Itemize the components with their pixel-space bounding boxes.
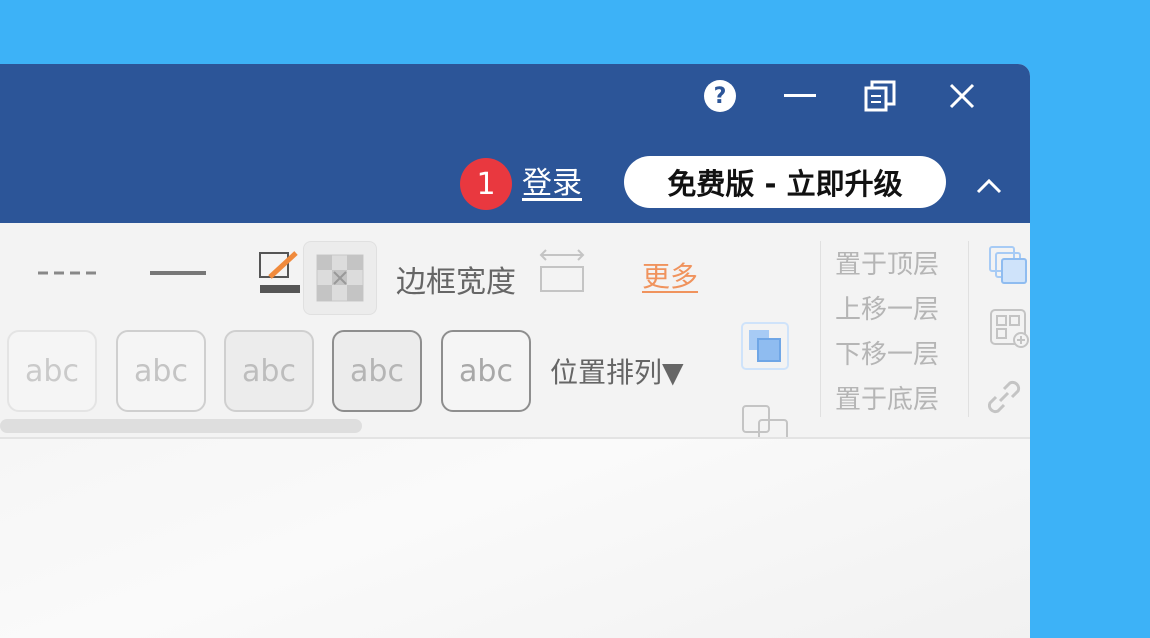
divider <box>968 241 969 417</box>
stack-layers-icon[interactable] <box>988 245 1028 285</box>
bring-front-icon[interactable] <box>740 321 790 371</box>
login-link[interactable]: 登录 <box>522 164 582 204</box>
divider <box>820 241 821 417</box>
border-width-icon[interactable] <box>538 247 586 293</box>
bring-to-top-item[interactable]: 置于顶层 <box>835 243 939 288</box>
style-sample[interactable]: abc <box>224 330 314 412</box>
ribbon-toolbar: 边框宽度 更多 abc abc abc abc abc 位置排列▼ 置于顶层 上… <box>0 223 1030 449</box>
no-fill-icon <box>316 254 364 302</box>
app-window: ? 1 登录 免费版 - 立即升级 边框宽度 更多 abc abc abc ab… <box>0 64 1030 638</box>
chevron-up-icon <box>976 178 1002 194</box>
position-arrange-dropdown[interactable]: 位置排列▼ <box>550 351 684 391</box>
close-button[interactable] <box>942 78 982 114</box>
more-link[interactable]: 更多 <box>642 255 698 295</box>
style-sample[interactable]: abc <box>441 330 531 412</box>
document-canvas[interactable] <box>0 439 1030 638</box>
step-badge: 1 <box>460 158 512 210</box>
send-to-bottom-item[interactable]: 置于底层 <box>835 378 939 423</box>
upgrade-button[interactable]: 免费版 - 立即升级 <box>624 156 946 208</box>
title-bar: ? 1 登录 免费版 - 立即升级 <box>0 64 1030 223</box>
restore-icon <box>864 80 896 112</box>
group-add-icon[interactable] <box>988 307 1030 349</box>
help-icon: ? <box>704 80 736 112</box>
border-width-button[interactable]: 边框宽度 <box>396 257 516 301</box>
link-icon[interactable] <box>982 375 1026 419</box>
dashed-line-icon[interactable] <box>38 267 100 279</box>
layer-menu: 置于顶层 上移一层 下移一层 置于底层 <box>835 243 939 423</box>
solid-line-icon[interactable] <box>150 267 206 279</box>
pen-color-icon[interactable] <box>258 251 304 295</box>
restore-button[interactable] <box>860 78 900 114</box>
style-sample[interactable]: abc <box>332 330 422 412</box>
help-button[interactable]: ? <box>702 78 738 114</box>
minimize-icon <box>784 94 816 97</box>
fill-button[interactable] <box>303 241 377 315</box>
minimize-button[interactable] <box>780 78 820 114</box>
move-up-item[interactable]: 上移一层 <box>835 288 939 333</box>
collapse-ribbon-button[interactable] <box>970 168 1008 204</box>
horizontal-scrollbar[interactable] <box>0 419 362 433</box>
close-icon <box>949 83 975 109</box>
style-sample[interactable]: abc <box>116 330 206 412</box>
style-sample[interactable]: abc <box>7 330 97 412</box>
move-down-item[interactable]: 下移一层 <box>835 333 939 378</box>
